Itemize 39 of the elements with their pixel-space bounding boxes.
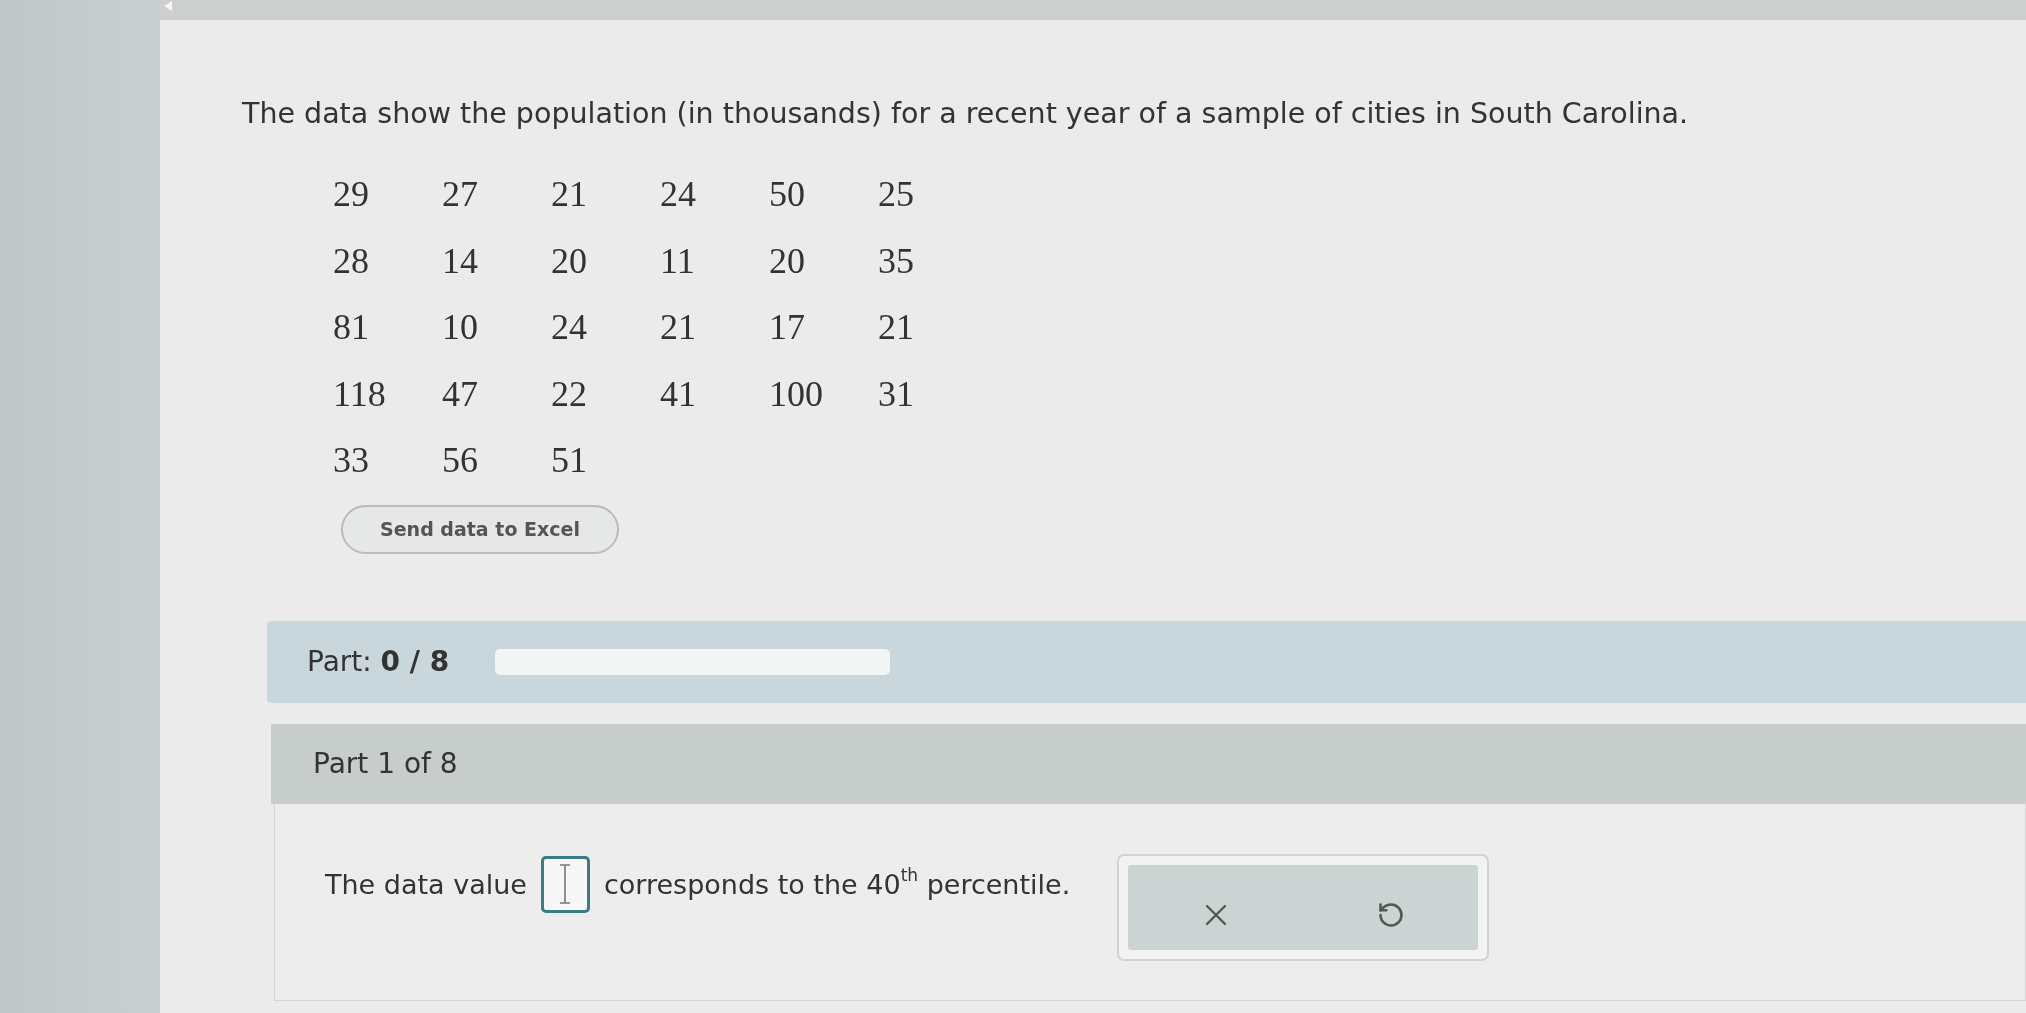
data-value: 56	[442, 440, 478, 481]
close-icon	[1204, 904, 1227, 926]
data-value: 33	[333, 440, 369, 481]
data-value: 28	[333, 240, 369, 281]
data-value: 24	[660, 174, 696, 215]
part-title: Part 1 of 8	[313, 747, 458, 780]
data-value: 47	[442, 373, 478, 414]
data-value: 20	[551, 240, 587, 281]
data-value: 21	[660, 307, 696, 348]
data-value: 27	[442, 174, 478, 215]
send-data-button[interactable]: Send data to Excel	[341, 504, 619, 554]
data-value: 22	[551, 373, 587, 414]
text-cursor-icon	[557, 863, 572, 904]
data-value: 118	[333, 373, 386, 414]
data-value: 11	[660, 240, 695, 281]
data-value: 100	[769, 373, 823, 414]
data-value: 31	[878, 373, 914, 414]
data-value: 25	[878, 174, 914, 215]
data-value: 51	[551, 440, 587, 481]
data-value: 21	[878, 307, 914, 348]
data-value: 21	[551, 174, 587, 215]
data-value: 41	[660, 373, 696, 414]
question-text: The data show the population (in thousands) for a recent year of a sample of cities in South Carolina.	[242, 97, 1689, 131]
data-value: 35	[878, 240, 914, 281]
clear-button[interactable]	[1204, 904, 1227, 926]
prompt-text: The data value	[325, 867, 527, 902]
data-value: 10	[442, 307, 478, 348]
undo-icon	[1376, 901, 1405, 929]
data-value: 81	[333, 307, 369, 348]
data-value: 17	[769, 307, 805, 348]
data-value: 14	[442, 240, 478, 281]
data-value: 20	[769, 240, 805, 281]
data-value: 24	[551, 307, 587, 348]
progress-label: Part: 0 / 8	[307, 645, 450, 678]
data-value: 50	[769, 174, 805, 215]
undo-button[interactable]	[1376, 901, 1405, 929]
prompt-text: corresponds to the 40$^{th}$ percentile.	[603, 864, 1071, 902]
answer-box[interactable]	[540, 855, 590, 913]
data-value: 29	[333, 174, 369, 215]
